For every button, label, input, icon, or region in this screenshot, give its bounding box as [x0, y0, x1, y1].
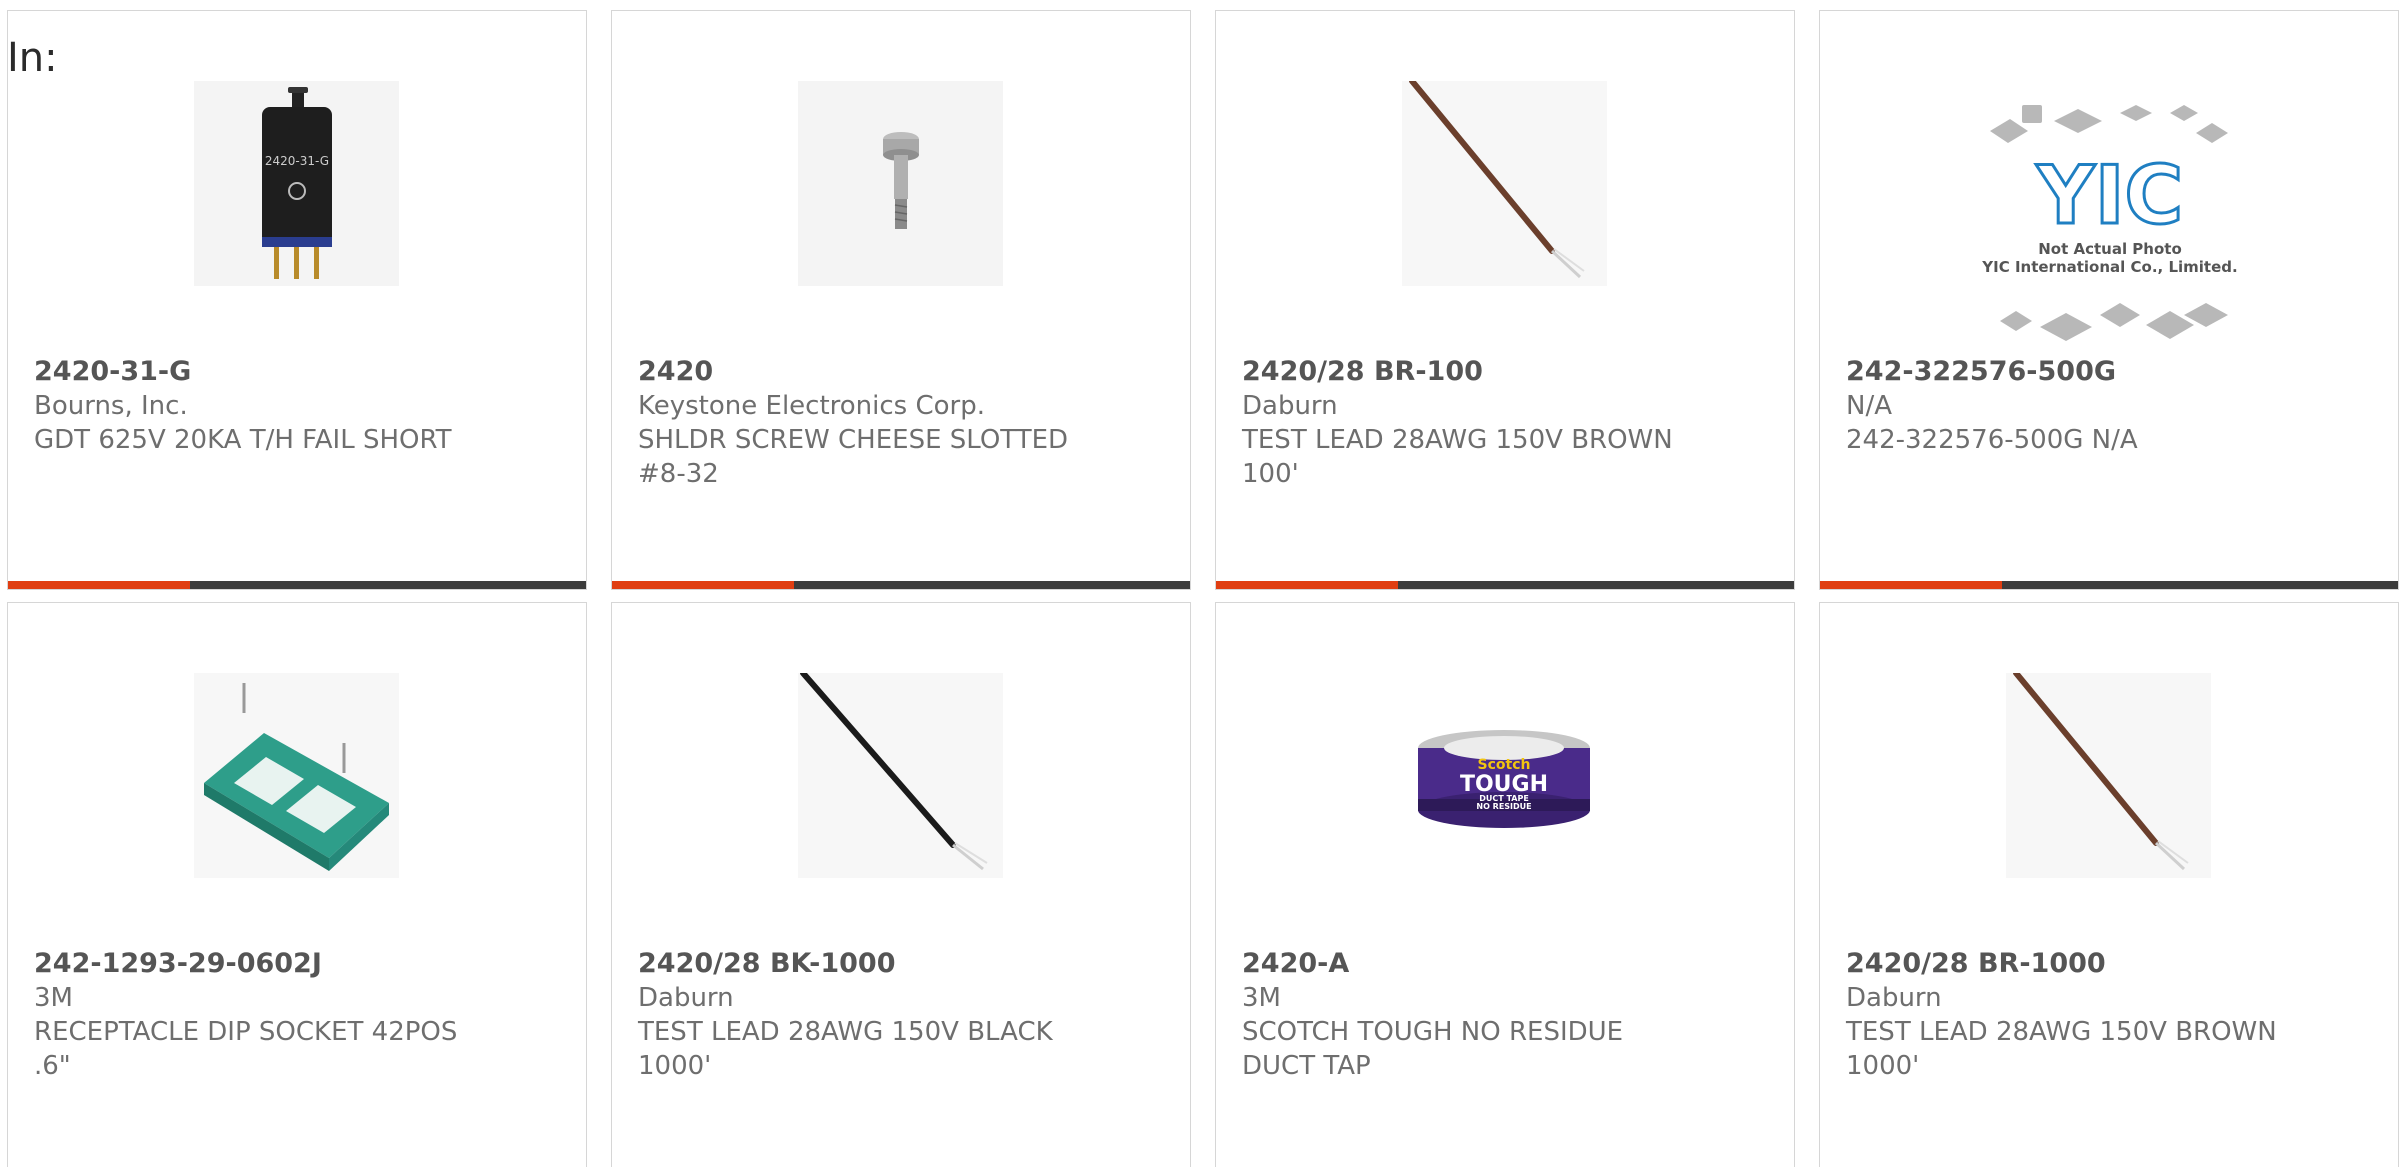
tape-brand: Scotch [1478, 757, 1531, 773]
part-number[interactable]: 2420/28 BR-100 [1242, 355, 1682, 389]
description: GDT 625V 20KA T/H FAIL SHORT [34, 425, 452, 455]
part-number[interactable]: 2420 [638, 355, 1078, 389]
card-bar-accent [1216, 581, 1399, 589]
description: TEST LEAD 28AWG 150V BROWN 1000' [1846, 1017, 2277, 1081]
placeholder-line2: YIC International Co., Limited. [1981, 258, 2237, 276]
product-card[interactable]: Scotch TOUGH DUCT TAPE NO RESIDUE 2420-A… [1215, 602, 1795, 1167]
manufacturer: N/A [1846, 391, 1892, 421]
manufacturer: 3M [34, 983, 73, 1013]
product-info: 2420/28 BR-1000 Daburn TEST LEAD 28AWG 1… [1846, 947, 2286, 1083]
description: 242-322576-500G N/A [1846, 425, 2138, 455]
black-wire-icon[interactable] [798, 673, 1003, 878]
shoulder-screw-icon[interactable] [798, 81, 1003, 286]
manufacturer: Daburn [638, 983, 734, 1013]
svg-text:2420-31-G: 2420-31-G [265, 154, 329, 168]
description: TEST LEAD 28AWG 150V BROWN 100' [1242, 425, 1673, 489]
description: SHLDR SCREW CHEESE SLOTTED #8-32 [638, 425, 1069, 489]
brown-wire-icon[interactable] [2006, 673, 2211, 878]
product-info: 2420 Keystone Electronics Corp. SHLDR SC… [638, 355, 1078, 491]
product-info: 242-322576-500G N/A 242-322576-500G N/A [1846, 355, 2286, 457]
logo-text: YIC [2036, 149, 2183, 242]
part-number[interactable]: 2420-31-G [34, 355, 474, 389]
product-info: 2420-31-G Bourns, Inc. GDT 625V 20KA T/H… [34, 355, 474, 457]
card-bottom-bar [8, 581, 586, 589]
product-card[interactable]: 242-1293-29-0602J 3M RECEPTACLE DIP SOCK… [7, 602, 587, 1167]
part-number[interactable]: 2420-A [1242, 947, 1682, 981]
brown-wire-icon[interactable] [1402, 81, 1607, 286]
card-bar-accent [1820, 581, 2003, 589]
placeholder-logo-icon[interactable]: YIC Not Actual Photo YIC International C… [1970, 91, 2250, 351]
manufacturer: 3M [1242, 983, 1281, 1013]
card-bottom-bar [1820, 581, 2398, 589]
product-grid: 2420-31-G 2420-31-G Bourns, Inc. GDT 625… [7, 10, 2400, 1167]
in-label: In: [7, 35, 58, 81]
product-info: 2420/28 BK-1000 Daburn TEST LEAD 28AWG 1… [638, 947, 1078, 1083]
product-info: 242-1293-29-0602J 3M RECEPTACLE DIP SOCK… [34, 947, 474, 1083]
card-bar-accent [612, 581, 795, 589]
description: SCOTCH TOUGH NO RESIDUE DUCT TAP [1242, 1017, 1624, 1081]
description: TEST LEAD 28AWG 150V BLACK 1000' [638, 1017, 1053, 1081]
product-card[interactable]: YIC Not Actual Photo YIC International C… [1819, 10, 2399, 590]
part-number[interactable]: 2420/28 BK-1000 [638, 947, 1078, 981]
description: RECEPTACLE DIP SOCKET 42POS .6" [34, 1017, 458, 1081]
product-card[interactable]: 2420/28 BK-1000 Daburn TEST LEAD 28AWG 1… [611, 602, 1191, 1167]
product-card[interactable]: 2420-31-G 2420-31-G Bourns, Inc. GDT 625… [7, 10, 587, 590]
part-number[interactable]: 2420/28 BR-1000 [1846, 947, 2286, 981]
tape-band: NO RESIDUE [1476, 802, 1531, 811]
duct-tape-roll-icon[interactable]: Scotch TOUGH DUCT TAPE NO RESIDUE [1402, 673, 1607, 878]
manufacturer: Bourns, Inc. [34, 391, 188, 421]
page: In: 2420-31-G 2420-31-G Bourns, Inc. GDT… [0, 0, 2400, 1167]
placeholder-line1: Not Actual Photo [2038, 240, 2182, 258]
part-number[interactable]: 242-1293-29-0602J [34, 947, 474, 981]
product-info: 2420-A 3M SCOTCH TOUGH NO RESIDUE DUCT T… [1242, 947, 1682, 1083]
manufacturer: Keystone Electronics Corp. [638, 391, 986, 421]
product-info: 2420/28 BR-100 Daburn TEST LEAD 28AWG 15… [1242, 355, 1682, 491]
product-card[interactable]: 2420/28 BR-1000 Daburn TEST LEAD 28AWG 1… [1819, 602, 2399, 1167]
card-bar-accent [8, 581, 191, 589]
product-card[interactable]: 2420 Keystone Electronics Corp. SHLDR SC… [611, 10, 1191, 590]
card-bottom-bar [1216, 581, 1794, 589]
dip-socket-icon[interactable] [194, 673, 399, 878]
card-bottom-bar [612, 581, 1190, 589]
part-number[interactable]: 242-322576-500G [1846, 355, 2286, 389]
gas-discharge-tube-icon[interactable]: 2420-31-G [194, 81, 399, 286]
product-card[interactable]: 2420/28 BR-100 Daburn TEST LEAD 28AWG 15… [1215, 10, 1795, 590]
manufacturer: Daburn [1242, 391, 1338, 421]
manufacturer: Daburn [1846, 983, 1942, 1013]
